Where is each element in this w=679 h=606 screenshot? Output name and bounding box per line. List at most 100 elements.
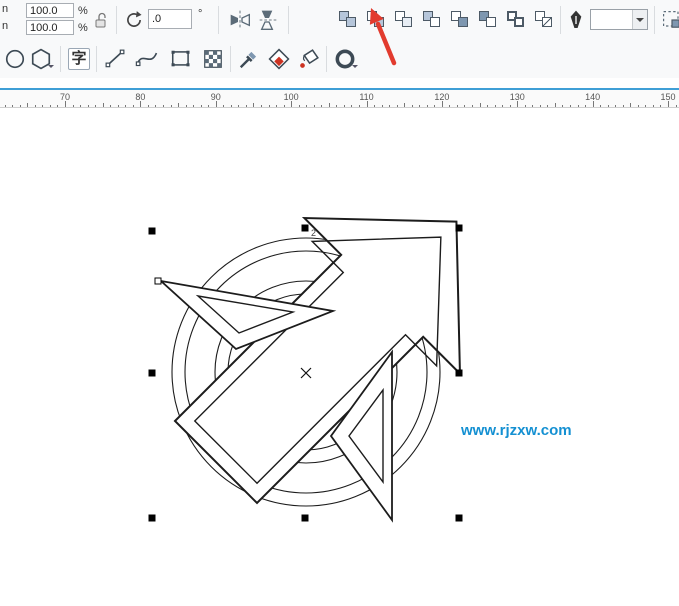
interactive-fill-tool-button[interactable] [296,46,322,72]
trim-button[interactable] [364,8,388,32]
ruler-tick [73,105,74,108]
outline-width-select[interactable] [590,9,648,30]
lock-ratio-button[interactable] [92,10,110,30]
ruler-tick [480,103,481,107]
create-boundary-button[interactable] [504,8,528,32]
horizontal-ruler[interactable]: 708090100110120130140150 [0,88,679,108]
ellipse-tool-button[interactable] [2,46,28,72]
node-label: 2 [311,228,316,238]
handle-bottom-left[interactable] [149,515,156,522]
ruler-tick [329,103,330,107]
selected-logo-drawing[interactable]: 2 [0,108,679,606]
rotation-input[interactable] [148,9,192,29]
ruler-tick [645,105,646,108]
graph-paper-tool-button[interactable] [200,46,226,72]
front-minus-back-button[interactable] [448,8,472,32]
outline-tool-button[interactable] [332,46,358,72]
simplify-button[interactable] [420,8,444,32]
line-icon [102,46,128,72]
ruler-tick [344,105,345,108]
eyedropper-tool-button[interactable] [236,46,262,72]
app-window: n n % % ° [0,0,679,606]
ruler-tick [201,105,202,108]
ruler-tick [653,105,654,108]
pen-nib-icon [564,8,588,32]
chevron-down-icon[interactable] [632,10,647,29]
paint-bucket-icon [296,46,322,72]
scale-y-input[interactable] [26,20,74,35]
outline-width-input[interactable] [592,11,636,28]
ruler-tick [676,105,677,108]
ruler-tick [532,105,533,108]
ruler-label: 80 [135,92,145,102]
mirror-vertical-button[interactable] [255,8,279,32]
fill-diamond-icon [266,46,292,72]
scale-y-percent: % [78,22,88,34]
back-minus-front-button[interactable] [476,8,500,32]
ruler-tick [193,105,194,108]
ruler-tick [472,105,473,108]
watermark: www.rjzxw.com [461,422,572,439]
chevron-down-icon[interactable] [352,65,358,71]
ruler-tick [608,105,609,108]
ruler-tick [12,105,13,108]
weld-button[interactable] [336,8,360,32]
handle-top-right[interactable] [456,225,463,232]
intersect-button[interactable] [392,8,416,32]
handle-top-middle[interactable] [302,225,309,232]
ruler-tick [321,105,322,108]
ruler-tick [223,105,224,108]
ruler-tick [547,105,548,108]
ruler-tick [449,105,450,108]
ruler-tick [615,105,616,108]
ruler-tick [42,105,43,108]
ruler-tick [585,105,586,108]
handle-bottom-middle[interactable] [302,515,309,522]
ruler-tick [246,105,247,108]
mirror-horizontal-button[interactable] [228,8,252,32]
node-marker[interactable] [155,278,161,284]
ruler-tick [412,105,413,108]
handle-bottom-right[interactable] [456,515,463,522]
canvas[interactable]: 2 www.rjzxw.com [0,108,679,606]
rotation-icon [124,10,144,30]
ruler-label: 140 [585,92,600,102]
fill-tool-button[interactable] [266,46,292,72]
scale-x-input[interactable] [26,3,74,18]
separator [60,46,61,72]
chevron-down-icon[interactable] [48,65,54,71]
handle-top-left[interactable] [149,228,156,235]
ruler-label: 70 [60,92,70,102]
ruler-tick [5,105,6,108]
ruler-tick [208,105,209,108]
ruler-tick [80,105,81,108]
ruler-tick [148,105,149,108]
ruler-tick [434,105,435,108]
ruler-tick [359,105,360,108]
ruler-tick [261,105,262,108]
ruler-tick [20,105,21,108]
polygon-tool-button[interactable] [28,46,54,72]
text-tool-button[interactable]: 字 [68,48,90,70]
handle-middle-left[interactable] [149,370,156,377]
ruler-tick [57,105,58,108]
ruler-tick [110,105,111,108]
outline-pen-button[interactable] [564,8,588,32]
ruler-tick [163,105,164,108]
ruler-tick [525,105,526,108]
ruler-label: 110 [359,92,373,102]
ruler-tick [382,105,383,108]
ruler-tick [623,105,624,108]
freehand-line-tool-button[interactable] [102,46,128,72]
ruler-tick [570,105,571,108]
ruler-tick [171,105,172,108]
ruler-tick [427,105,428,108]
handle-middle-right[interactable] [456,370,463,377]
clipped-tool-button[interactable] [660,8,679,32]
ruler-tick [540,105,541,108]
dotted-square-icon [660,8,679,32]
combine-button[interactable] [532,8,556,32]
ruler-label: 130 [510,92,525,102]
bezier-tool-button[interactable] [134,46,160,72]
rectangle-tool-button[interactable] [168,46,194,72]
